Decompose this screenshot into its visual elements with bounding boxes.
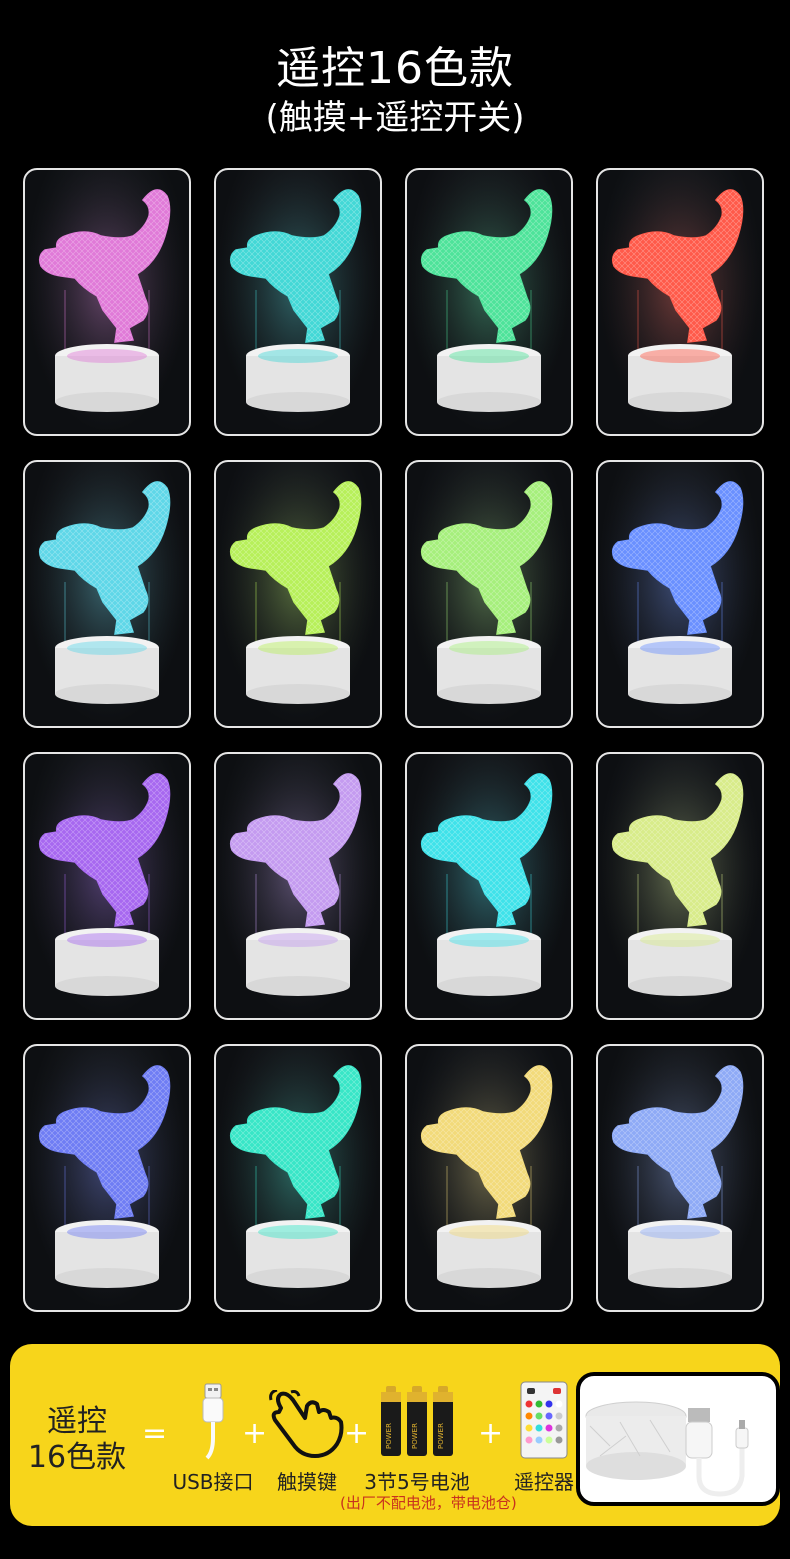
dinosaur-lamp-icon	[25, 170, 189, 434]
page-title: 遥控16色款	[276, 43, 514, 94]
lamp-card	[405, 168, 573, 436]
remote-button	[555, 1412, 563, 1420]
remote-button	[525, 1424, 533, 1432]
dinosaur-lamp-icon	[216, 1046, 380, 1310]
lamp-card	[405, 752, 573, 1020]
lamp-card	[23, 460, 191, 728]
lamp-card	[596, 168, 764, 436]
usb-item-label: USB接口	[172, 1470, 254, 1494]
lamp-card	[214, 460, 382, 728]
dinosaur-lamp-icon	[598, 754, 762, 1018]
dinosaur-lamp-icon	[25, 1046, 189, 1310]
remote-button	[525, 1436, 533, 1444]
remote-button	[545, 1424, 553, 1432]
remote-button	[545, 1412, 553, 1420]
dinosaur-lamp-icon	[598, 462, 762, 726]
base-cable-illustration	[585, 1401, 749, 1497]
variant-label-line2: 16色款	[27, 1440, 127, 1475]
remote-button	[535, 1400, 543, 1408]
dinosaur-lamp-icon	[407, 1046, 571, 1310]
battery-brand-text-3: POWER	[437, 1423, 445, 1449]
lamp-card	[596, 752, 764, 1020]
remote-button	[535, 1412, 543, 1420]
dinosaur-lamp-icon	[407, 462, 571, 726]
lamp-card	[214, 1044, 382, 1312]
lamp-card	[596, 1044, 764, 1312]
battery-item-label: 3节5号电池	[364, 1470, 470, 1494]
battery-item: POWER POWER POWER 3节5号电池	[362, 1380, 472, 1495]
touch-item: 触摸键	[262, 1380, 352, 1495]
dinosaur-lamp-icon	[598, 1046, 762, 1310]
lamp-card	[405, 460, 573, 728]
package-contents-bar: 遥控 16色款 = USB接口 + 触摸键 + POWER POWER POWE…	[10, 1344, 780, 1526]
lamp-card	[23, 1044, 191, 1312]
battery-brand-text-2: POWER	[411, 1423, 419, 1449]
base-and-cable-photo	[576, 1372, 780, 1506]
dinosaur-lamp-icon	[598, 170, 762, 434]
dinosaur-lamp-icon	[407, 170, 571, 434]
variant-label: 遥控 16色款	[22, 1404, 132, 1476]
remote-button	[525, 1400, 533, 1408]
battery-brand-text-1: POWER	[385, 1423, 393, 1449]
dinosaur-lamp-icon	[216, 754, 380, 1018]
touch-hand-icon	[269, 1390, 344, 1458]
dinosaur-lamp-icon	[216, 170, 380, 434]
touch-item-label: 触摸键	[277, 1470, 337, 1494]
usb-connector-icon	[202, 1383, 224, 1460]
lamp-card	[596, 460, 764, 728]
remote-button	[525, 1412, 533, 1420]
remote-button	[535, 1436, 543, 1444]
remote-button	[545, 1400, 553, 1408]
dinosaur-lamp-icon	[216, 462, 380, 726]
page-subtitle: (触摸+遥控开关)	[265, 98, 525, 138]
lamp-card	[214, 752, 382, 1020]
dinosaur-lamp-icon	[25, 754, 189, 1018]
remote-button	[555, 1436, 563, 1444]
remote-control-icon	[520, 1381, 568, 1459]
remote-button	[545, 1436, 553, 1444]
aa-batteries-icon: POWER POWER POWER	[381, 1386, 453, 1456]
variant-label-line1: 遥控	[47, 1404, 107, 1439]
lamp-color-grid	[23, 168, 767, 1312]
remote-button	[555, 1424, 563, 1432]
lamp-card	[23, 168, 191, 436]
lamp-card	[214, 168, 382, 436]
remote-button	[555, 1400, 563, 1408]
lamp-card	[23, 752, 191, 1020]
battery-note: (出厂不配电池，带电池仓)	[340, 1494, 517, 1512]
remote-button	[535, 1424, 543, 1432]
dinosaur-lamp-icon	[407, 754, 571, 1018]
lamp-card	[405, 1044, 573, 1312]
dinosaur-lamp-icon	[25, 462, 189, 726]
